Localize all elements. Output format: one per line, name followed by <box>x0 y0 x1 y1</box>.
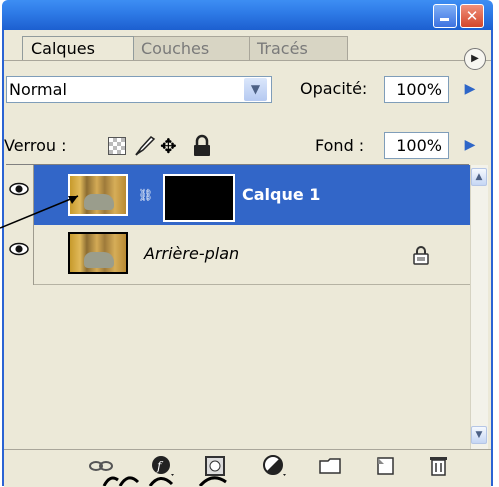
tab-couches[interactable]: Couches <box>132 36 250 60</box>
panel-menu-icon[interactable]: ▶ <box>464 48 486 70</box>
opacity-field[interactable]: 100% <box>384 76 449 103</box>
layer-lock-icon <box>412 245 430 265</box>
cropped-text-fragment <box>102 476 227 486</box>
scroll-up-button[interactable]: ▲ <box>471 168 487 186</box>
lock-transparency-icon[interactable] <box>108 137 126 155</box>
opacity-slider-arrow-icon[interactable]: ▶ <box>458 76 482 103</box>
lock-position-move-icon[interactable]: ✥ <box>160 134 182 158</box>
close-button[interactable]: ✕ <box>460 4 484 28</box>
chevron-down-icon[interactable]: ▼ <box>244 78 267 101</box>
fill-field[interactable]: 100% <box>384 132 449 159</box>
mask-link-chain-icon[interactable]: ⛓ <box>138 185 153 205</box>
fill-slider-arrow-icon[interactable]: ▶ <box>458 132 482 159</box>
tab-calques[interactable]: Calques <box>22 36 134 60</box>
scroll-down-button[interactable]: ▼ <box>471 426 487 444</box>
lock-all-icon[interactable] <box>191 134 213 158</box>
layer-list-scrollbar[interactable] <box>470 165 488 449</box>
lock-pixels-brush-icon[interactable] <box>133 134 157 158</box>
panel-titlebar[interactable] <box>2 0 493 30</box>
tab-traces[interactable]: Tracés <box>248 36 348 60</box>
lock-label: Verrou : <box>4 136 67 155</box>
layer-name-arriere-plan[interactable]: Arrière-plan <box>144 243 239 265</box>
blend-mode-select[interactable]: Normal <box>6 76 272 103</box>
annotation-pointer-arrow <box>0 195 79 229</box>
fill-label: Fond : <box>315 136 365 155</box>
layer-name-calque-1[interactable]: Calque 1 <box>242 184 320 206</box>
layer-mask-thumbnail[interactable] <box>163 174 235 222</box>
minimize-button[interactable] <box>433 4 457 28</box>
opacity-label: Opacité: <box>300 79 368 98</box>
